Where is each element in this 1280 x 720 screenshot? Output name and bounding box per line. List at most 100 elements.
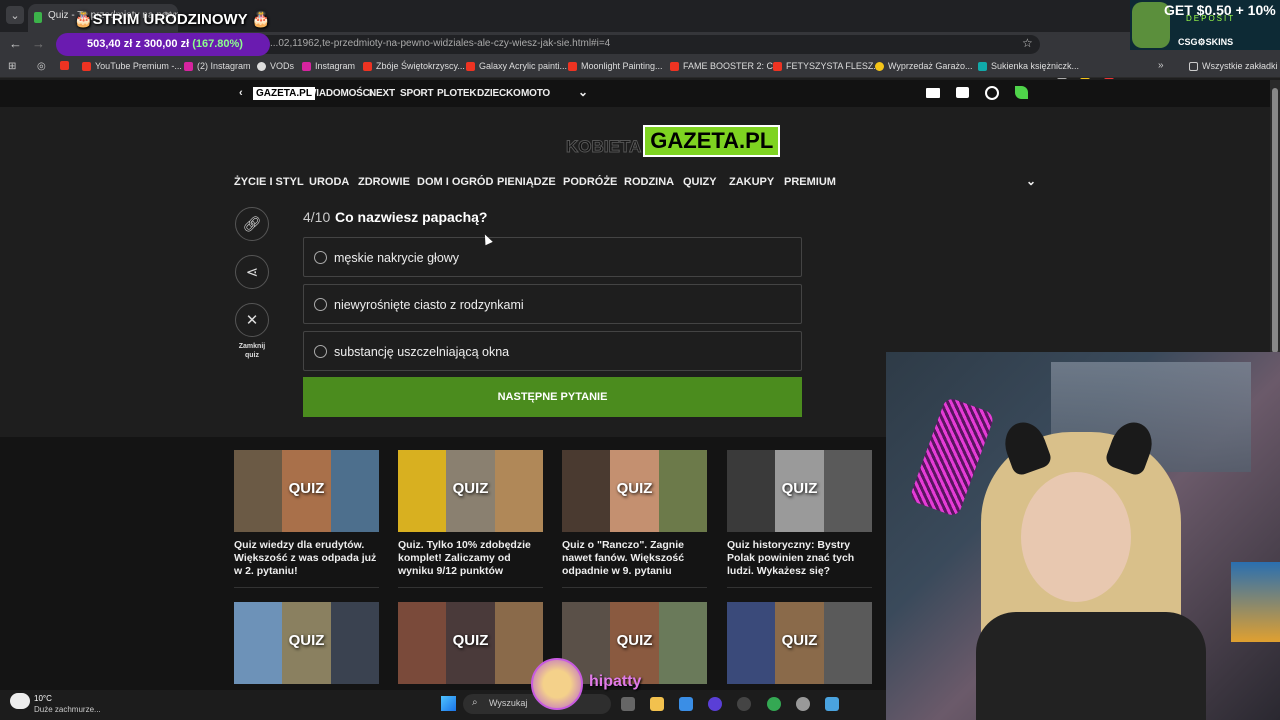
weather-description[interactable]: Duże zachmurze... [34,705,101,714]
bookmarks-bar: ⊞ ◎ YouTube Premium -... (2) Instagram V… [0,56,1280,78]
gazeta-top-nav: ‹ WIADOMOŚCI NEXT SPORT PLOTEK DZIECKO M… [0,80,1270,107]
nav-item[interactable]: WIADOMOŚCI [307,88,372,99]
quiz-card[interactable]: QUIZ [562,602,707,684]
quiz-card[interactable]: QUIZ [398,602,543,684]
card-divider [727,587,872,588]
file-explorer-icon[interactable] [650,697,664,711]
category-link[interactable]: ŻYCIE I STYL [234,176,304,188]
notepad-icon[interactable] [825,697,839,711]
app-icon[interactable] [708,697,722,711]
settings-gear-icon[interactable] [796,697,810,711]
quiz-card-thumbnail[interactable]: QUIZ [562,450,707,532]
nav-item[interactable]: PLOTEK [437,88,477,99]
nav-item[interactable]: NEXT [369,88,395,99]
radio-icon[interactable] [314,251,327,264]
leaf-icon[interactable] [1015,86,1028,99]
next-question-button[interactable]: NASTĘPNE PYTANIE [303,377,802,417]
obs-icon[interactable] [737,697,751,711]
radio-icon[interactable] [314,345,327,358]
quiz-card-title[interactable]: Quiz. Tylko 10% zdobędzie komplet! Zalic… [398,539,543,578]
kobieta-gazeta-logo[interactable]: KOBIETA GAZETA.PL [565,125,781,157]
answer-option[interactable]: męskie nakrycie głowy [303,237,802,277]
copy-link-button[interactable]: 🔗︎ [235,207,269,241]
nav-item[interactable]: DZIECKO [477,88,521,99]
scrollbar-thumb[interactable] [1272,88,1278,353]
start-icon[interactable] [441,696,456,711]
bookmark-item[interactable]: VODs [257,61,294,71]
category-link[interactable]: PIENIĄDZE [497,176,556,188]
stream-title-overlay: 🎂STRIM URODZINOWY 🎂 [74,11,271,28]
answer-option[interactable]: substancję uszczelniającą okna [303,331,802,371]
user-account-icon[interactable] [985,86,999,100]
comments-icon[interactable] [956,87,969,98]
logo-kobieta: KOBIETA [565,137,642,157]
tab-favicon-icon [34,12,42,23]
nav-more-chevron-icon[interactable]: ⌄ [578,85,588,99]
quiz-card[interactable]: QUIZ Quiz wiedzy dla erudytów. Większość … [234,450,379,588]
quiz-card-thumbnail[interactable]: QUIZ [727,602,872,684]
weather-temp[interactable]: 10°C [34,694,52,703]
bookmark-star-icon[interactable]: ☆ [1022,36,1033,50]
categories-expand-chevron-icon[interactable]: ⌄ [1026,174,1036,188]
bookmark-item[interactable]: Instagram [302,61,355,71]
more-bookmarks-icon[interactable]: » [1158,60,1164,71]
quiz-card[interactable]: QUIZ Quiz historyczny: Bystry Polak powin… [727,450,872,588]
bookmark-item[interactable]: YouTube Premium -... [82,61,182,71]
quiz-card-thumbnail[interactable]: QUIZ [234,450,379,532]
nav-item[interactable]: MOTO [521,88,550,99]
mail-icon[interactable] [926,88,940,98]
task-view-icon[interactable] [621,697,635,711]
quiz-card-thumbnail[interactable]: QUIZ [398,450,543,532]
donation-percent: (167.80%) [192,38,243,50]
quiz-card-title[interactable]: Quiz wiedzy dla erudytów. Większość z wa… [234,539,379,578]
bookmark-item[interactable]: FAME BOOSTER 2: C... [670,61,781,71]
globe-icon[interactable]: ◎ [37,61,46,72]
quiz-card[interactable]: QUIZ [727,602,872,684]
radio-icon[interactable] [314,298,327,311]
quiz-card-title[interactable]: Quiz o "Ranczo". Zagnie nawet fanów. Wię… [562,539,707,578]
tab-list-button[interactable]: ⌄ [6,6,24,24]
nav-back-chevron-icon[interactable]: ‹ [239,87,243,99]
quiz-card[interactable]: QUIZ Quiz o "Ranczo". Zagnie nawet fanów.… [562,450,707,588]
webcam-overlay [886,352,1280,720]
gazeta-small-logo[interactable]: GAZETA.PL [253,87,315,100]
category-link[interactable]: QUIZY [683,176,717,188]
search-placeholder: Wyszukaj [489,698,528,708]
quiz-card-thumbnail[interactable]: QUIZ [234,602,379,684]
category-link[interactable]: ZAKUPY [729,176,774,188]
store-icon[interactable] [679,697,693,711]
answer-text: męskie nakrycie głowy [334,251,460,265]
chrome-icon[interactable] [767,697,781,711]
category-link[interactable]: PODRÓŻE [563,176,617,188]
close-quiz-button[interactable]: ✕ [235,303,269,337]
quiz-card-thumbnail[interactable]: QUIZ [562,602,707,684]
logo-gazeta: GAZETA.PL [643,125,781,157]
category-link[interactable]: DOM I OGRÓD [417,176,493,188]
quiz-card-thumbnail[interactable]: QUIZ [727,450,872,532]
bookmark-item[interactable]: Wyprzedaż Garażo... [875,61,972,71]
category-link[interactable]: RODZINA [624,176,674,188]
bookmark-item[interactable]: FETYSZYSTA FLESZ... [773,61,881,71]
category-link[interactable]: URODA [309,176,349,188]
category-link[interactable]: ZDROWIE [358,176,410,188]
nav-item[interactable]: SPORT [400,88,434,99]
bookmark-item[interactable]: (2) Instagram [184,61,251,71]
cloud-icon[interactable] [10,693,30,709]
bookmark-item[interactable]: Sukienka księżniczk... [978,61,1079,71]
quiz-card-title[interactable]: Quiz historyczny: Bystry Polak powinien … [727,539,872,578]
category-link[interactable]: PREMIUM [784,176,836,188]
bookmark-item[interactable]: Zbóje Świętokrzyscy... [363,61,465,71]
quiz-card-thumbnail[interactable]: QUIZ [398,602,543,684]
quiz-card[interactable]: QUIZ Quiz. Tylko 10% zdobędzie komplet! Z… [398,450,543,588]
bookmark-item[interactable]: Moonlight Painting... [568,61,663,71]
answer-option[interactable]: niewyrośnięte ciasto z rodzynkami [303,284,802,324]
all-bookmarks-folder[interactable]: Wszystkie zakładki [1189,61,1278,71]
forward-icon[interactable]: → [32,36,45,51]
sponsor-ad-overlay: GET $0.50 + 10% DEPOSIT CSG⚙SKINS [1130,0,1280,50]
back-icon[interactable]: ← [9,36,22,51]
bookmark-item[interactable]: Galaxy Acrylic painti... [466,61,567,71]
quiz-card[interactable]: QUIZ [234,602,379,684]
youtube-icon[interactable] [60,61,69,70]
share-button[interactable]: ⋖ [235,255,269,289]
apps-grid-icon[interactable]: ⊞ [8,61,16,72]
